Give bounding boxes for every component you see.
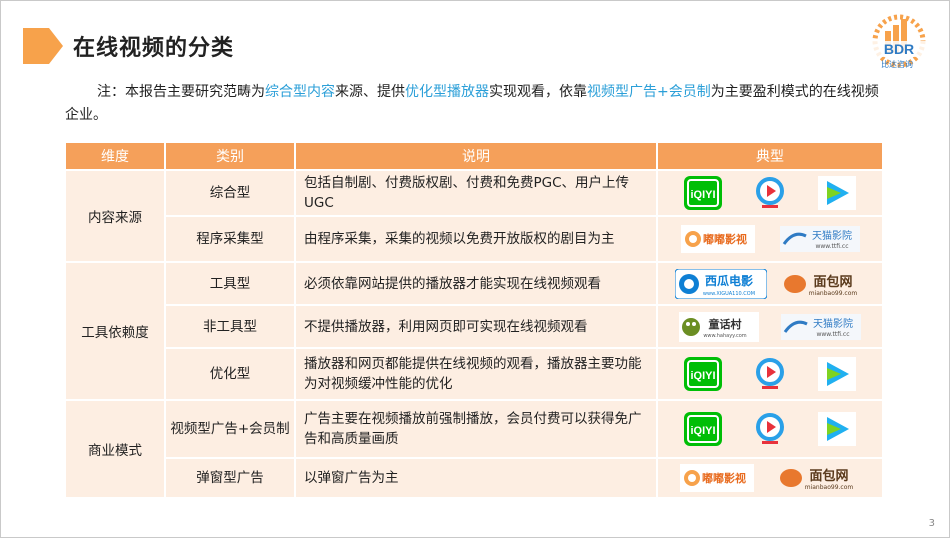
iqiyi-logo: iQIYI xyxy=(683,411,723,447)
header-examples: 典型 xyxy=(656,141,884,171)
dimension-business-model: 商业模式 xyxy=(64,399,166,499)
dimension-content-source: 内容来源 xyxy=(64,169,166,263)
slide: 在线视频的分类 BDR 比达咨询 注：本报告主要研究范畴为综合型内容来源、提供优… xyxy=(0,0,950,538)
svg-text:天猫影院: 天猫影院 xyxy=(813,317,853,330)
category-cell: 程序采集型 xyxy=(164,215,296,263)
table-row: 非工具型 不提供播放器，利用网页即可实现在线视频观看 童话村 www.hahayy… xyxy=(65,304,884,349)
svg-text:BDR: BDR xyxy=(884,41,914,57)
tencent-video-logo xyxy=(817,175,857,211)
table-row: 工具依赖度 工具型 必须依靠网站提供的播放器才能实现在线视频观看 西瓜电影 www… xyxy=(64,261,884,401)
title-chevron-icon xyxy=(23,28,63,64)
note-highlight-player: 优化型播放器 xyxy=(405,84,489,100)
tencent-video-logo xyxy=(817,411,857,447)
mianbao-logo: 面包网 mianbao99.com xyxy=(781,268,865,299)
category-cell: 优化型 xyxy=(164,347,296,401)
svg-text:www.hahayy.com: www.hahayy.com xyxy=(703,333,746,339)
category-cell: 工具型 xyxy=(164,261,296,306)
svg-text:童话村: 童话村 xyxy=(709,317,742,331)
examples-cell: iQIYI xyxy=(656,169,884,217)
yingshi-logo: 嘟嘟影视 xyxy=(680,225,755,253)
yingshi-logo: 嘟嘟影视 xyxy=(679,464,754,492)
svg-text:iQIYI: iQIYI xyxy=(690,425,715,437)
examples-cell: 西瓜电影 www.XIGUA110.COM 面包网 mianbao99.com xyxy=(656,261,884,306)
bdr-logo-subtitle: 比达咨询 xyxy=(881,60,913,69)
youku-logo xyxy=(752,356,788,392)
page-number: 3 xyxy=(928,518,935,529)
svg-text:www.XIGUA110.COM: www.XIGUA110.COM xyxy=(703,291,755,297)
description-cell: 以弹窗广告为主 xyxy=(294,457,658,499)
svg-text:iQIYI: iQIYI xyxy=(690,189,715,201)
svg-text:面包网: 面包网 xyxy=(813,274,852,290)
svg-text:mianbao99.com: mianbao99.com xyxy=(809,290,858,297)
tianmao-yingyuan-logo: 天猫影院 www.ttfi.cc xyxy=(779,226,860,252)
table-header-row: 维度 类别 说明 典型 xyxy=(64,141,884,171)
note-mid-2: 实现观看，依靠 xyxy=(489,84,587,100)
tencent-video-logo xyxy=(817,356,857,392)
table-row: 优化型 播放器和网页都能提供在线视频的观看，播放器主要功能为对视频缓冲性能的优化… xyxy=(65,347,884,401)
table-row: 弹窗型广告 以弹窗广告为主 嘟嘟影视 面包网 mianbao99.com xyxy=(65,457,884,499)
note-highlight-business: 视频型广告+会员制 xyxy=(587,84,711,100)
header-description: 说明 xyxy=(294,141,658,171)
note-highlight-content: 综合型内容 xyxy=(265,84,335,100)
category-cell: 非工具型 xyxy=(164,304,296,349)
svg-text:嘟嘟影视: 嘟嘟影视 xyxy=(702,471,746,485)
examples-cell: iQIYI xyxy=(656,399,884,459)
svg-text:西瓜电影: 西瓜电影 xyxy=(705,273,753,288)
xigua-logo: 西瓜电影 www.XIGUA110.COM xyxy=(675,268,767,299)
page-title: 在线视频的分类 xyxy=(73,36,235,61)
examples-cell: 嘟嘟影视 天猫影院 www.ttfi.cc xyxy=(656,215,884,263)
examples-cell: 嘟嘟影视 面包网 mianbao99.com xyxy=(656,457,884,499)
category-cell: 综合型 xyxy=(164,169,296,217)
classification-table: 维度 类别 说明 典型 内容来源 综合型 包括自制剧、付费版权剧、付费和免费PG… xyxy=(64,141,884,499)
table-row: 商业模式 视频型广告+会员制 广告主要在视频播放前强制播放，会员付费可以获得免广… xyxy=(64,399,884,499)
note-prefix: 注：本报告主要研究范畴为 xyxy=(97,84,265,100)
description-cell: 不提供播放器，利用网页即可实现在线视频观看 xyxy=(294,304,658,349)
table-row: 内容来源 综合型 包括自制剧、付费版权剧、付费和免费PGC、用户上传UGC iQ… xyxy=(64,169,884,263)
svg-text:天猫影院: 天猫影院 xyxy=(812,229,852,242)
svg-text:www.ttfi.cc: www.ttfi.cc xyxy=(816,331,849,338)
note-mid-1: 来源、提供 xyxy=(335,84,405,100)
svg-text:www.ttfi.cc: www.ttfi.cc xyxy=(815,243,848,250)
header-dimension: 维度 xyxy=(64,141,166,171)
examples-cell: iQIYI xyxy=(656,347,884,401)
description-cell: 包括自制剧、付费版权剧、付费和免费PGC、用户上传UGC xyxy=(294,169,658,217)
category-cell: 弹窗型广告 xyxy=(164,457,296,499)
tonghuacun-logo: 童话村 www.hahayy.com xyxy=(679,311,759,342)
svg-text:mianbao99.com: mianbao99.com xyxy=(804,484,853,491)
scope-note: 注：本报告主要研究范畴为综合型内容来源、提供优化型播放器实现观看，依靠视频型广告… xyxy=(65,81,891,127)
description-cell: 广告主要在视频播放前强制播放，会员付费可以获得免广告和高质量画质 xyxy=(294,399,658,459)
svg-text:iQIYI: iQIYI xyxy=(690,370,715,382)
category-cell: 视频型广告+会员制 xyxy=(164,399,296,459)
table-row: 程序采集型 由程序采集，采集的视频以免费开放版权的剧目为主 嘟嘟影视 天猫影院 w… xyxy=(65,215,884,263)
iqiyi-logo: iQIYI xyxy=(683,356,723,392)
description-cell: 播放器和网页都能提供在线视频的观看，播放器主要功能为对视频缓冲性能的优化 xyxy=(294,347,658,401)
header-category: 类别 xyxy=(164,141,296,171)
youku-logo xyxy=(752,175,788,211)
description-cell: 必须依靠网站提供的播放器才能实现在线视频观看 xyxy=(294,261,658,306)
iqiyi-logo: iQIYI xyxy=(683,175,723,211)
tianmao-yingyuan-logo: 天猫影院 www.ttfi.cc xyxy=(781,313,861,340)
svg-text:嘟嘟影视: 嘟嘟影视 xyxy=(703,232,747,246)
youku-logo xyxy=(752,411,788,447)
examples-cell: 童话村 www.hahayy.com 天猫影院 www.ttfi.cc xyxy=(656,304,884,349)
mianbao-logo: 面包网 mianbao99.com xyxy=(776,463,861,493)
dimension-tool-dependency: 工具依赖度 xyxy=(64,261,166,401)
description-cell: 由程序采集，采集的视频以免费开放版权的剧目为主 xyxy=(294,215,658,263)
svg-text:面包网: 面包网 xyxy=(809,468,848,484)
